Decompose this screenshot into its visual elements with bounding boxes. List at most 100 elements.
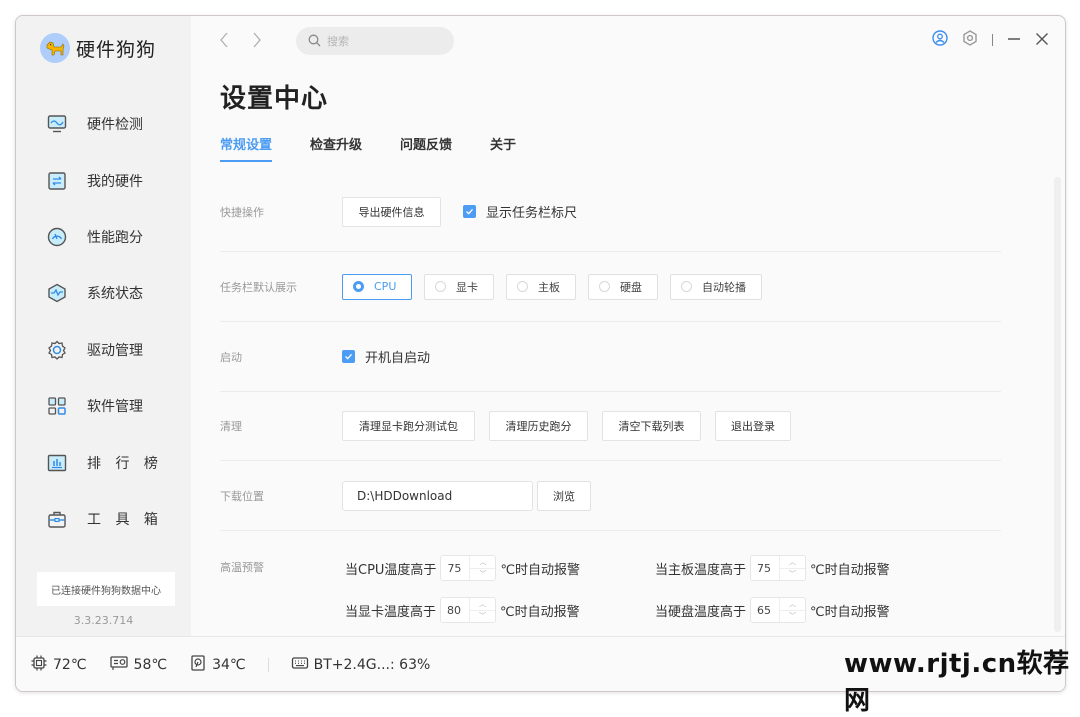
sidebar-item-benchmark[interactable]: 性能跑分 [46,209,163,265]
radio-label: 硬盘 [620,280,642,294]
radio-unselected-icon [599,281,610,292]
scrollbar[interactable] [1054,177,1061,632]
cpu-temp-value: 72℃ [53,657,87,673]
alarm-cpu: 当CPU温度高于 ︿﹀ ℃时自动报警 [345,555,580,581]
close-button[interactable] [1035,31,1049,50]
row-label: 清理 [220,420,242,433]
motherboard-temp-input[interactable] [751,556,780,580]
gpu-temp-stepper[interactable]: ︿﹀ [440,597,497,623]
radio-label: 自动轮播 [702,280,746,294]
separator [992,34,993,46]
disk-temp-stepper[interactable]: ︿﹀ [750,597,807,623]
settings-rows: 快捷操作 导出硬件信息 显示任务栏标尺 任务栏默认展示 CPU 显卡 主板 硬盘… [220,172,1001,631]
radio-label: 显卡 [456,280,478,294]
gauge-icon [46,226,68,248]
gpu-temp-status: 58℃ [109,654,167,676]
separator [267,658,269,672]
radio-disk[interactable]: 硬盘 [588,273,658,300]
gpu-temp-input[interactable] [441,598,470,622]
sidebar-item-label: 工 具 箱 [87,511,163,528]
back-button[interactable] [219,30,229,54]
sidebar-item-hardware-detect[interactable]: 硬件检测 [46,96,163,152]
monitor-icon [46,113,68,135]
clear-download-list-button[interactable]: 清空下载列表 [602,411,701,441]
keyboard-icon [291,655,309,675]
decrement-icon[interactable]: ﹀ [470,611,495,623]
row-label: 启动 [220,350,242,364]
tab-check-update[interactable]: 检查升级 [310,134,362,162]
sidebar-item-my-hardware[interactable]: 我的硬件 [46,152,163,208]
row-quick-actions: 快捷操作 导出硬件信息 显示任务栏标尺 [220,172,1001,252]
autostart-checkbox[interactable]: 开机自启动 [342,347,430,366]
disk-temp-input[interactable] [751,598,780,622]
download-path-input[interactable] [342,480,533,511]
app-name: 硬件狗狗 [76,38,157,61]
export-hardware-info-button[interactable]: 导出硬件信息 [342,196,441,227]
radio-auto-rotate[interactable]: 自动轮播 [670,273,762,300]
clean-gpu-benchmark-package-button[interactable]: 清理显卡跑分测试包 [342,411,475,441]
increment-icon[interactable]: ︿ [470,556,496,569]
search-box[interactable] [296,27,454,55]
connection-status: 已连接硬件狗狗数据中心 [37,572,175,606]
decrement-icon[interactable]: ﹀ [470,569,495,581]
alarm-prefix: 当显卡温度高于 [345,604,437,620]
close-icon [1035,31,1049,50]
decrement-icon[interactable]: ﹀ [780,611,805,623]
sidebar-item-driver-manager[interactable]: 驱动管理 [46,322,163,378]
sidebar-item-label: 排 行 榜 [87,455,163,472]
increment-icon[interactable]: ︿ [780,556,806,569]
clean-benchmark-history-button[interactable]: 清理历史跑分 [489,411,588,441]
show-taskbar-ruler-checkbox[interactable]: 显示任务栏标尺 [463,202,577,221]
sidebar-item-label: 我的硬件 [87,173,143,190]
search-input[interactable] [327,34,437,48]
radio-gpu[interactable]: 显卡 [424,273,494,300]
row-label: 下载位置 [220,489,264,503]
app-logo: 硬件狗狗 [40,33,156,63]
tab-about[interactable]: 关于 [490,134,516,162]
checkbox-label: 开机自启动 [365,351,431,366]
increment-icon[interactable]: ︿ [780,598,806,611]
checkbox-checked-icon [342,350,355,363]
gear-icon [46,339,68,361]
device-battery-status: BT+2.4G...: 63% [291,655,430,675]
sidebar-item-label: 驱动管理 [87,342,143,359]
radio-unselected-icon [681,281,692,292]
alarm-suffix: ℃时自动报警 [500,562,581,578]
cpu-temp-status: 72℃ [30,654,87,676]
tab-general[interactable]: 常规设置 [220,134,273,162]
user-account-button[interactable] [932,30,948,50]
gear-icon [962,30,978,50]
alarm-motherboard: 当主板温度高于 ︿﹀ ℃时自动报警 [655,555,890,581]
window-controls [932,30,1049,50]
settings-button[interactable] [962,30,978,50]
cpu-temp-stepper[interactable]: ︿﹀ [440,555,497,581]
user-icon [932,30,948,50]
increment-icon[interactable]: ︿ [470,598,496,611]
sidebar-item-system-status[interactable]: 系统状态 [46,265,163,321]
top-bar [191,16,1065,72]
cpu-chip-icon [30,654,48,676]
logout-button[interactable]: 退出登录 [715,411,791,441]
radio-unselected-icon [435,281,446,292]
status-icon [46,282,68,304]
sidebar-nav: 硬件检测 我的硬件 性能跑分 系统状态 驱动管理 软件管理 排 行 榜 工 具 … [46,96,163,547]
decrement-icon[interactable]: ﹀ [780,569,805,581]
forward-button[interactable] [252,30,262,54]
sidebar-item-toolbox[interactable]: 工 具 箱 [46,491,163,547]
radio-cpu[interactable]: CPU [342,273,412,300]
alarm-prefix: 当硬盘温度高于 [655,604,747,620]
sidebar-item-software-manager[interactable]: 软件管理 [46,378,163,434]
minimize-button[interactable] [1007,31,1021,50]
sidebar-item-ranking[interactable]: 排 行 榜 [46,434,163,490]
disk-temp-value: 34℃ [212,657,246,673]
browse-button[interactable]: 浏览 [537,480,591,511]
search-icon [308,32,321,51]
app-version: 3.3.23.714 [73,614,134,627]
sidebar-item-label: 性能跑分 [87,229,143,246]
motherboard-temp-stepper[interactable]: ︿﹀ [750,555,807,581]
cpu-temp-input[interactable] [441,556,470,580]
tab-feedback[interactable]: 问题反馈 [400,134,452,162]
row-label: 高温预警 [220,561,264,574]
alarm-suffix: ℃时自动报警 [810,562,890,578]
radio-motherboard[interactable]: 主板 [506,273,576,300]
